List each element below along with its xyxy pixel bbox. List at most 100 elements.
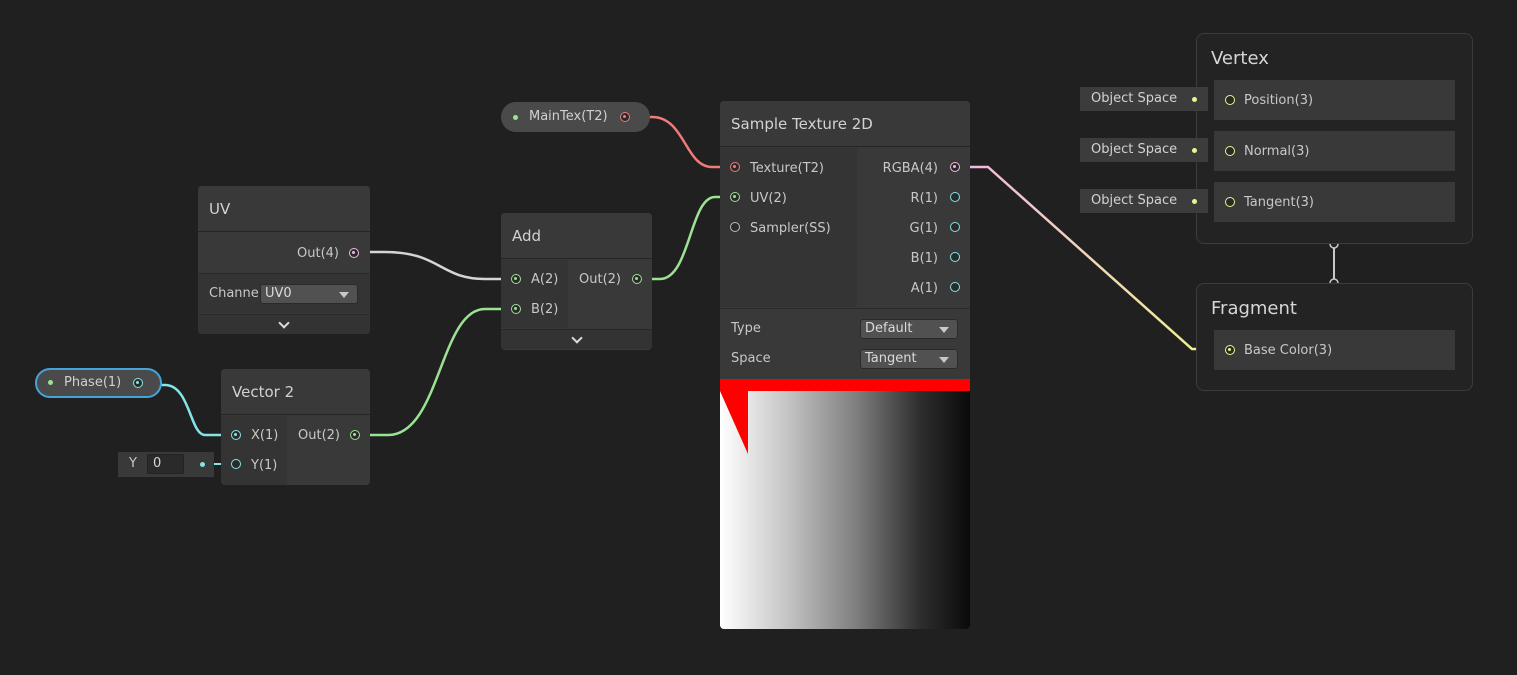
add-a-label: A(2): [531, 272, 559, 287]
sample-b-label: B(1): [910, 251, 938, 266]
sample-output-section: RGBA(4) R(1) G(1) B(1) A(1): [858, 148, 970, 307]
fragment-context[interactable]: Fragment Base Color(3): [1196, 283, 1473, 391]
normal-label: Normal(3): [1244, 144, 1310, 159]
vector2-y-label: Y(1): [251, 458, 278, 473]
sample-type-dropdown[interactable]: Default: [860, 319, 958, 339]
chevron-down-icon: [278, 317, 290, 329]
vector2-x-label: X(1): [251, 428, 279, 443]
uv-collapse-toggle[interactable]: [198, 314, 370, 334]
fragment-context-title: Fragment: [1211, 298, 1297, 319]
y-value-field[interactable]: 0: [147, 454, 184, 474]
fragment-slot-base-color[interactable]: Base Color(3): [1214, 330, 1455, 370]
tangent-space-connector: [1192, 199, 1197, 204]
sample-space-label: Space: [731, 351, 771, 366]
add-input-section: A(2) B(2): [501, 260, 568, 328]
uv-channel-section: Channe UV0: [198, 273, 370, 313]
maintex-out-port[interactable]: [620, 112, 630, 122]
sample-sampler-port[interactable]: [730, 222, 740, 232]
vertex-slot-position[interactable]: Position(3): [1214, 80, 1455, 120]
position-space-input[interactable]: Object Space: [1080, 87, 1208, 111]
edge-add-to-sample-uv: [640, 195, 732, 281]
property-indicator: [48, 380, 53, 385]
sample-texture-port[interactable]: [730, 162, 740, 172]
sample-r-port[interactable]: [950, 192, 960, 202]
y-value: 0: [153, 456, 162, 471]
normal-port[interactable]: [1225, 146, 1235, 156]
sample-texture-2d-node[interactable]: Sample Texture 2D Texture(T2) UV(2) Samp…: [720, 101, 970, 629]
vector2-out-label: Out(2): [298, 428, 340, 443]
vector2-node-title: Vector 2: [221, 369, 370, 415]
normal-space-input[interactable]: Object Space: [1080, 138, 1208, 162]
y-inline-label: Y: [129, 456, 137, 471]
uv-channel-dropdown[interactable]: UV0: [260, 284, 358, 304]
add-collapse-toggle[interactable]: [501, 329, 652, 349]
position-space-label: Object Space: [1091, 91, 1178, 106]
maintex-label: MainTex(T2): [529, 109, 608, 124]
vertex-context-title: Vertex: [1211, 48, 1269, 69]
uv-channel-label: Channe: [209, 286, 259, 301]
position-port[interactable]: [1225, 95, 1235, 105]
sample-a-port[interactable]: [950, 282, 960, 292]
sample-settings-section: Type Default Space Tangent: [720, 308, 970, 378]
uv-out-port[interactable]: [349, 248, 359, 258]
sample-b-port[interactable]: [950, 252, 960, 262]
vector2-node[interactable]: Vector 2 X(1) Y(1) Out(2): [221, 369, 370, 485]
position-space-connector: [1192, 97, 1197, 102]
add-out-label: Out(2): [579, 272, 621, 287]
chevron-down-icon: [939, 357, 949, 363]
chevron-down-icon: [570, 332, 583, 344]
base-color-port[interactable]: [1225, 345, 1235, 355]
sample-r-label: R(1): [910, 191, 938, 206]
sample-type-value: Default: [865, 321, 913, 336]
phase-label: Phase(1): [64, 375, 122, 390]
sample-uv-label: UV(2): [750, 191, 787, 206]
uv-channel-value: UV0: [265, 286, 292, 301]
add-node[interactable]: Add A(2) B(2) Out(2): [501, 213, 652, 350]
sample-type-label: Type: [731, 321, 761, 336]
sample-g-label: G(1): [909, 221, 939, 236]
sample-sampler-label: Sampler(SS): [750, 221, 831, 236]
sample-texture-title: Sample Texture 2D: [720, 101, 970, 147]
edge-uv-to-add-a: [360, 250, 506, 281]
property-indicator: [513, 115, 518, 120]
vector2-output-section: Out(2): [288, 416, 370, 485]
base-color-label: Base Color(3): [1244, 343, 1333, 358]
vector2-out-port[interactable]: [350, 430, 360, 440]
add-b-label: B(2): [531, 302, 559, 317]
sample-g-port[interactable]: [950, 222, 960, 232]
sample-input-section: Texture(T2) UV(2) Sampler(SS): [720, 148, 857, 307]
sample-rgba-label: RGBA(4): [882, 161, 938, 176]
chevron-down-icon: [339, 292, 349, 298]
phase-out-port[interactable]: [133, 378, 143, 388]
y-inline-connector: [200, 462, 205, 467]
position-label: Position(3): [1244, 93, 1314, 108]
sample-rgba-port[interactable]: [950, 162, 960, 172]
vertex-slot-tangent[interactable]: Tangent(3): [1214, 182, 1455, 222]
uv-output-section: Out(4): [198, 233, 370, 273]
vector2-input-section: X(1) Y(1): [221, 416, 287, 485]
vector2-x-port[interactable]: [231, 430, 241, 440]
add-out-port[interactable]: [632, 274, 642, 284]
sample-space-value: Tangent: [865, 351, 917, 366]
add-node-title: Add: [501, 213, 652, 259]
tangent-port[interactable]: [1225, 197, 1235, 207]
vertex-slot-normal[interactable]: Normal(3): [1214, 131, 1455, 171]
vertex-context[interactable]: Vertex Position(3) Normal(3) Tangent(3): [1196, 33, 1473, 244]
phase-property-node[interactable]: Phase(1): [35, 368, 162, 398]
vector2-y-inline-input[interactable]: Y 0: [118, 452, 214, 477]
sample-uv-port[interactable]: [730, 192, 740, 202]
sample-texture-label: Texture(T2): [750, 161, 824, 176]
add-a-port[interactable]: [511, 274, 521, 284]
tangent-label: Tangent(3): [1244, 195, 1314, 210]
normal-space-connector: [1192, 148, 1197, 153]
add-b-port[interactable]: [511, 304, 521, 314]
normal-space-label: Object Space: [1091, 142, 1178, 157]
sample-a-label: A(1): [910, 281, 938, 296]
vector2-y-port[interactable]: [231, 459, 241, 469]
maintex-property-node[interactable]: MainTex(T2): [501, 102, 650, 132]
uv-node-title: UV: [198, 186, 370, 232]
preview-red-overlay: [720, 379, 970, 454]
sample-space-dropdown[interactable]: Tangent: [860, 349, 958, 369]
uv-node[interactable]: UV Out(4) Channe UV0: [198, 186, 370, 334]
tangent-space-input[interactable]: Object Space: [1080, 189, 1208, 213]
